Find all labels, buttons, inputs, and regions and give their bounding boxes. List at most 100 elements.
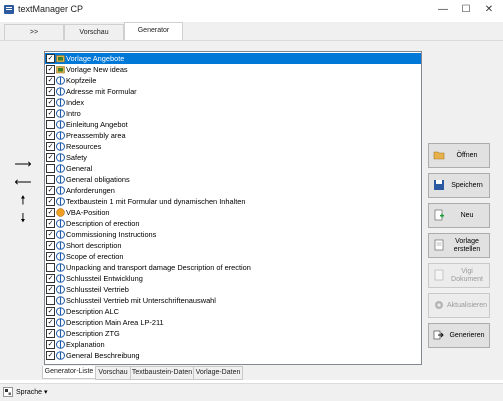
list-item[interactable]: ✓ Adresse mit Formular <box>45 86 421 97</box>
item-checkbox[interactable]: ✓ <box>46 329 55 338</box>
item-checkbox[interactable]: ✓ <box>46 208 55 217</box>
item-checkbox[interactable]: ✓ <box>46 241 55 250</box>
save-button[interactable]: Speichern <box>428 173 490 198</box>
item-checkbox[interactable]: ✓ <box>46 142 55 151</box>
item-label: Description ZTG <box>66 329 120 338</box>
status-bar: Sprache ▾ <box>0 383 503 401</box>
list-item[interactable]: General obligations <box>45 174 421 185</box>
maximize-button[interactable]: ☐ <box>455 0 477 20</box>
text-block-icon <box>56 285 65 294</box>
list-item[interactable]: ✓ Short description <box>45 240 421 251</box>
item-checkbox[interactable]: ✓ <box>46 76 55 85</box>
list-item[interactable]: ✓ Vorlage Angebote <box>45 53 421 64</box>
item-checkbox[interactable]: ✓ <box>46 274 55 283</box>
list-item[interactable]: General <box>45 163 421 174</box>
list-item[interactable]: ✓ Resources <box>45 141 421 152</box>
minimize-button[interactable]: — <box>432 0 454 20</box>
list-item[interactable]: ✓ Schlussteil Entwicklung <box>45 273 421 284</box>
item-checkbox[interactable]: ✓ <box>46 252 55 261</box>
move-down-button[interactable]: 🠗 <box>14 211 32 225</box>
move-up-button[interactable]: 🠕 <box>14 193 32 207</box>
generate-button[interactable]: Generieren <box>428 323 490 348</box>
new-button[interactable]: Neu <box>428 203 490 228</box>
update-button[interactable]: Aktualisieren <box>428 293 490 318</box>
tab-generator-list[interactable]: Generator-Liste <box>42 366 96 379</box>
list-item[interactable]: ✓ Description ZTG <box>45 328 421 339</box>
tab-preview-bottom[interactable]: Vorschau <box>95 366 131 380</box>
item-label: General Beschreibung <box>66 351 140 360</box>
item-checkbox[interactable]: ✓ <box>46 230 55 239</box>
list-item[interactable]: ✓ Intro <box>45 108 421 119</box>
list-item[interactable]: ✓ General Beschreibung <box>45 350 421 361</box>
arrow-export-icon <box>433 330 444 340</box>
item-label: General <box>66 164 93 173</box>
list-item[interactable]: ✓ Commissioning Instructions <box>45 229 421 240</box>
item-label: Safety <box>66 153 87 162</box>
list-item[interactable]: ✓ Scope of erection <box>45 251 421 262</box>
list-item[interactable]: ✓ Schlussteil Vertrieb <box>45 284 421 295</box>
item-checkbox[interactable]: ✓ <box>46 153 55 162</box>
item-checkbox[interactable] <box>46 164 55 173</box>
list-item[interactable]: Einleitung Angebot <box>45 119 421 130</box>
list-item[interactable]: ✓ Preassembly area <box>45 130 421 141</box>
create-template-button[interactable]: Vorlage erstellen <box>428 233 490 258</box>
item-checkbox[interactable] <box>46 263 55 272</box>
text-block-icon <box>56 153 65 162</box>
move-left-button[interactable]: ⟵ <box>14 175 32 189</box>
item-checkbox[interactable]: ✓ <box>46 340 55 349</box>
language-selector[interactable]: Sprache ▾ <box>16 388 48 396</box>
item-checkbox[interactable]: ✓ <box>46 131 55 140</box>
item-label: Description ALC <box>66 307 119 316</box>
text-block-icon <box>56 340 65 349</box>
list-item[interactable]: ✓ Safety <box>45 152 421 163</box>
list-item[interactable]: ✓ Textbaustein 1 mit Formular und dynamis… <box>45 196 421 207</box>
open-button[interactable]: Öffnen <box>428 143 490 168</box>
item-checkbox[interactable]: ✓ <box>46 65 55 74</box>
list-item[interactable]: ✓ Anforderungen <box>45 185 421 196</box>
item-label: VBA-Position <box>66 208 110 217</box>
item-checkbox[interactable]: ✓ <box>46 54 55 63</box>
move-right-button[interactable]: ⟶ <box>14 157 32 171</box>
item-checkbox[interactable]: ✓ <box>46 98 55 107</box>
text-block-icon <box>56 252 65 261</box>
text-block-icon <box>56 329 65 338</box>
list-item[interactable]: ✓ VBA-Position <box>45 207 421 218</box>
item-checkbox[interactable] <box>46 120 55 129</box>
item-checkbox[interactable]: ✓ <box>46 109 55 118</box>
item-label: Textbaustein 1 mit Formular und dynamisc… <box>66 197 246 206</box>
item-checkbox[interactable]: ✓ <box>46 197 55 206</box>
close-button[interactable]: ✕ <box>478 0 500 20</box>
document-view-icon <box>434 269 444 281</box>
tab-expand[interactable]: >> <box>4 24 64 40</box>
item-checkbox[interactable]: ✓ <box>46 318 55 327</box>
text-block-icon <box>56 76 65 85</box>
item-checkbox[interactable]: ✓ <box>46 285 55 294</box>
view-document-button[interactable]: Vigi Dokument <box>428 263 490 288</box>
text-block-icon <box>56 186 65 195</box>
list-item[interactable]: ✓ Description ALC <box>45 306 421 317</box>
tab-text-block-data[interactable]: Textbaustein-Daten <box>130 366 194 380</box>
folder-template-icon <box>56 66 65 74</box>
list-item[interactable]: ✓ Kopfzeile <box>45 75 421 86</box>
tab-template-data[interactable]: Vorlage-Daten <box>193 366 243 380</box>
item-checkbox[interactable] <box>46 175 55 184</box>
tab-generator[interactable]: Generator <box>124 22 183 40</box>
list-item[interactable]: ✓ Description Main Area LP-211 <box>45 317 421 328</box>
tab-preview[interactable]: Vorschau <box>64 24 124 40</box>
list-item[interactable]: ✓ Index <box>45 97 421 108</box>
item-checkbox[interactable]: ✓ <box>46 219 55 228</box>
item-checkbox[interactable]: ✓ <box>46 307 55 316</box>
generator-list[interactable]: ✓ Vorlage Angebote ✓ Vorlage New ideas ✓ Kopf… <box>44 51 422 365</box>
item-checkbox[interactable]: ✓ <box>46 186 55 195</box>
item-checkbox[interactable]: ✓ <box>46 87 55 96</box>
list-item[interactable]: ✓ Explanation <box>45 339 421 350</box>
text-block-icon <box>56 307 65 316</box>
list-item[interactable]: Schlussteil Vertrieb mit Unterschriftena… <box>45 295 421 306</box>
window-title: textManager CP <box>18 4 84 14</box>
item-checkbox[interactable] <box>46 296 55 305</box>
list-item[interactable]: ✓ Vorlage New ideas <box>45 64 421 75</box>
item-checkbox[interactable]: ✓ <box>46 351 55 360</box>
list-item[interactable]: Unpacking and transport damage Descripti… <box>45 262 421 273</box>
item-label: Intro <box>66 109 81 118</box>
list-item[interactable]: ✓ Description of erection <box>45 218 421 229</box>
